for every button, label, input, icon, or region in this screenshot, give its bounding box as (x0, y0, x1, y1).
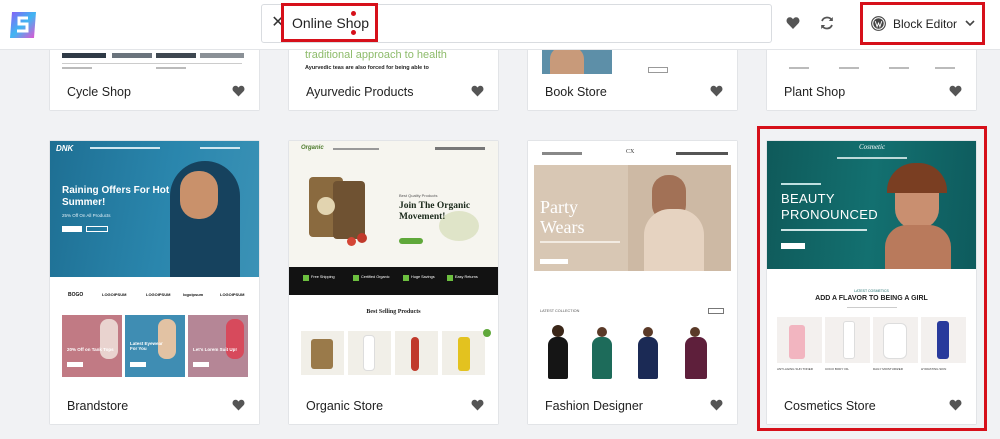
preview-brand: BOGO (68, 292, 84, 298)
preview-promo: 20% Off on Tank Tops (67, 347, 114, 352)
heart-icon[interactable] (949, 85, 962, 97)
preview-hero-sub: 25% Off On All Products (62, 213, 111, 218)
template-name: Brandstore (67, 399, 129, 413)
heart-icon[interactable] (232, 85, 245, 97)
template-card-footer: Ayurvedic Products (289, 74, 498, 110)
preview-feature: Free Shipping (311, 275, 335, 279)
template-card[interactable]: traditional approach to health Ayurvedic… (288, 40, 499, 111)
preview-feature: Certified Organic (361, 275, 390, 279)
preview-promo: Let's Lorem Suit Up! (193, 347, 237, 352)
highlight-frame (757, 126, 987, 431)
heart-icon[interactable] (471, 399, 484, 411)
heart-icon[interactable] (471, 85, 484, 97)
template-card[interactable]: Cycle Shop (49, 40, 260, 111)
preview-brand: LOGOIPSUM (220, 292, 245, 297)
preview-brand: LOGOIPSUM (102, 292, 127, 297)
template-name: Ayurvedic Products (306, 85, 414, 99)
template-card-footer: Brandstore (50, 388, 259, 424)
preview-section-title: LATEST COLLECTION (540, 309, 580, 313)
search-input-value: Online Shop (292, 14, 370, 31)
spellcheck-marker (351, 11, 356, 16)
heart-icon[interactable] (232, 399, 245, 411)
preview-hero-title: Party Wears (540, 197, 585, 237)
template-card[interactable]: CX Party Wears LATEST COLLECTION Fashion… (527, 140, 738, 425)
preview-logo: Organic (301, 145, 324, 151)
wordpress-icon (871, 16, 886, 31)
preview-headline: traditional approach to health (305, 49, 447, 61)
heart-icon[interactable] (710, 399, 723, 411)
preview-section-title: Best Selling Products (366, 309, 421, 315)
preview-feature: Huge Savings (411, 275, 435, 279)
preview-logo: DNK (56, 144, 74, 153)
app-logo-icon[interactable] (6, 8, 40, 42)
template-card-footer: Cycle Shop (50, 74, 259, 110)
template-card-footer: Organic Store (289, 388, 498, 424)
chevron-down-icon (965, 20, 975, 27)
template-preview: CX Party Wears LATEST COLLECTION (528, 141, 737, 389)
editor-select[interactable]: Block Editor (860, 2, 985, 45)
preview-promo: Latest Eyewear For You (130, 341, 163, 351)
template-name: Organic Store (306, 399, 384, 413)
template-name: Cycle Shop (67, 85, 131, 99)
preview-logo: CX (626, 149, 635, 155)
preview-brand: LOGOIPSUM (146, 292, 171, 297)
template-card[interactable]: Book Store (527, 40, 738, 111)
preview-hero-title: Raining Offers For Hot Summer! (62, 185, 170, 208)
template-card-footer: Book Store (528, 74, 737, 110)
template-card[interactable]: Plant Shop (766, 40, 977, 111)
preview-feature: Easy Returns (455, 275, 478, 279)
template-name: Plant Shop (784, 85, 846, 99)
spellcheck-marker (351, 30, 356, 35)
template-card-footer: Fashion Designer (528, 388, 737, 424)
preview-hero-title: Join The Organic Movement! (399, 201, 471, 222)
template-preview: DNK Raining Offers For Hot Summer! 25% O… (50, 141, 259, 389)
top-bar: ✕ Online Shop Block Editor (0, 0, 1000, 50)
template-card[interactable]: DNK Raining Offers For Hot Summer! 25% O… (49, 140, 260, 425)
search-input[interactable]: Online Shop (281, 3, 378, 42)
editor-select-value: Block Editor (893, 16, 958, 31)
heart-icon[interactable] (710, 85, 723, 97)
preview-text: Ayurvedic teas are also forced for being… (305, 65, 429, 71)
heart-icon[interactable] (786, 16, 800, 30)
template-card-footer: Plant Shop (767, 74, 976, 110)
template-preview: Organic Best Quality Products Join The O… (289, 141, 498, 389)
template-card[interactable]: Organic Best Quality Products Join The O… (288, 140, 499, 425)
refresh-icon[interactable] (819, 15, 835, 31)
template-name: Fashion Designer (545, 399, 643, 413)
template-name: Book Store (545, 85, 607, 99)
preview-hero-kicker: Best Quality Products (399, 193, 438, 198)
preview-brand: logoipsum (183, 292, 204, 297)
